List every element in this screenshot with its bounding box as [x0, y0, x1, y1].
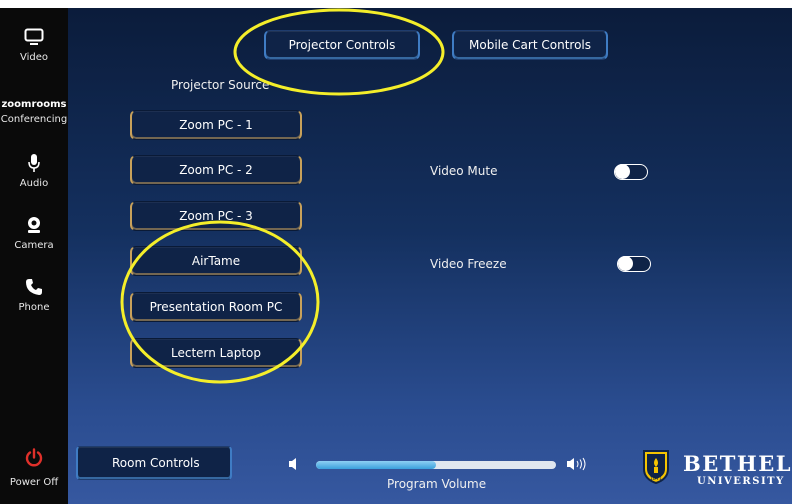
video-freeze-label: Video Freeze — [430, 257, 507, 271]
webcam-icon — [28, 217, 40, 233]
tab-mobile-cart-controls[interactable]: Mobile Cart Controls — [452, 30, 608, 60]
source-button-zoom-pc-1[interactable]: Zoom PC - 1 — [130, 110, 302, 140]
bethel-seal-logo: 1871 — [643, 450, 669, 485]
room-controls-button[interactable]: Room Controls — [76, 446, 232, 480]
sidebar-item-phone[interactable]: Phone — [0, 278, 68, 313]
power-off-button[interactable]: Power Off — [0, 448, 68, 488]
sidebar-item-label: Camera — [14, 240, 54, 251]
room-control-panel: Video zoomrooms Conferencing Audio Camer… — [0, 8, 792, 504]
monitor-icon — [24, 28, 44, 45]
projector-source-heading: Projector Source — [171, 78, 270, 92]
microphone-icon — [28, 154, 40, 172]
sidebar-item-label: Video — [19, 52, 49, 63]
sidebar-item-label: Phone — [18, 302, 50, 313]
tab-projector-controls[interactable]: Projector Controls — [264, 30, 420, 60]
zoom-rooms-logo: zoomrooms — [1, 99, 67, 110]
power-off-label: Power Off — [9, 477, 59, 488]
sidebar-item-conferencing[interactable]: zoomrooms Conferencing — [0, 99, 68, 126]
volume-high-icon[interactable] — [566, 456, 588, 472]
sidebar-item-audio[interactable]: Audio — [0, 154, 68, 189]
sidebar-item-video[interactable]: Video — [0, 28, 68, 63]
video-mute-toggle[interactable] — [614, 164, 648, 180]
sidebar-item-label: Conferencing — [0, 114, 68, 125]
source-button-zoom-pc-2[interactable]: Zoom PC - 2 — [130, 155, 302, 185]
power-icon — [25, 448, 43, 467]
program-volume-slider[interactable] — [316, 461, 556, 469]
toggle-knob — [618, 256, 633, 271]
volume-fill — [316, 461, 436, 469]
source-button-zoom-pc-3[interactable]: Zoom PC - 3 — [130, 201, 302, 231]
phone-icon — [26, 279, 42, 295]
brand-subtitle: UNIVERSITY — [697, 476, 785, 487]
brand-name: BETHEL — [683, 451, 792, 476]
sidebar-item-camera[interactable]: Camera — [0, 216, 68, 251]
sidebar: Video zoomrooms Conferencing Audio Camer… — [0, 8, 68, 504]
program-volume-label: Program Volume — [387, 477, 487, 491]
sidebar-item-label: Audio — [19, 178, 49, 189]
volume-low-icon[interactable] — [288, 457, 300, 471]
video-mute-label: Video Mute — [430, 164, 498, 178]
source-button-lectern-laptop[interactable]: Lectern Laptop — [130, 338, 302, 368]
video-freeze-toggle[interactable] — [617, 256, 651, 272]
toggle-knob — [615, 164, 630, 179]
source-button-presentation-room-pc[interactable]: Presentation Room PC — [130, 292, 302, 322]
svg-text:1871: 1871 — [650, 476, 663, 482]
source-button-airtame[interactable]: AirTame — [130, 246, 302, 276]
